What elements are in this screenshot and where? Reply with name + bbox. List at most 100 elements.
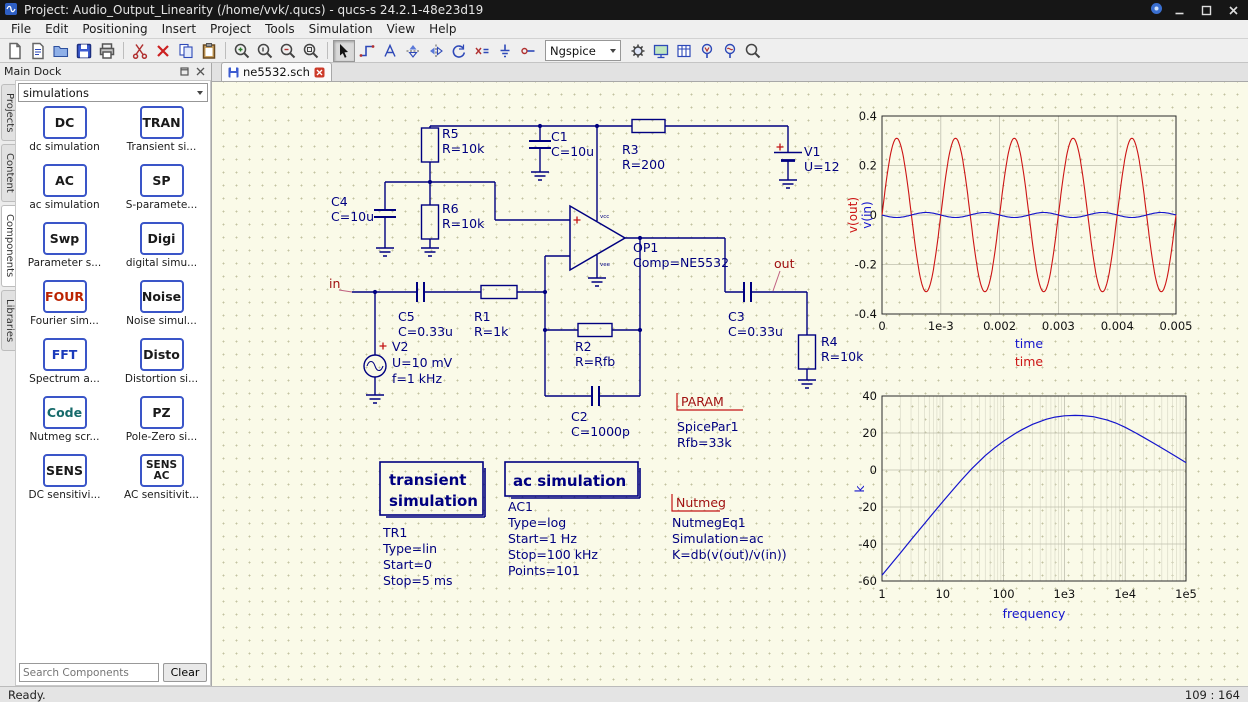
component-ac-sensitivit-[interactable]: SENS AC AC sensitivit... — [113, 454, 210, 512]
wire-label-button[interactable] — [379, 40, 401, 62]
menu-file[interactable]: File — [4, 21, 38, 37]
menu-positioning[interactable]: Positioning — [75, 21, 154, 37]
new-text-document-button[interactable] — [27, 40, 49, 62]
cut-button[interactable] — [129, 40, 151, 62]
wire-label-out: out — [774, 256, 795, 271]
plot-tick-label: time — [1015, 336, 1044, 351]
label-op1-value: Comp=NE5532 — [633, 255, 729, 270]
component-spectrum-a-[interactable]: FFT Spectrum a... — [16, 338, 113, 396]
schematic-canvas[interactable]: R5 R=10k C1 C=10u R3 R=200 V1 U=12 C4 C=… — [212, 82, 1248, 686]
plot-tick-label: -40 — [858, 537, 877, 551]
component-parameter-s-[interactable]: Swp Parameter s... — [16, 222, 113, 280]
save-file-button[interactable] — [73, 40, 95, 62]
select-button[interactable] — [333, 39, 355, 62]
component-label: S-paramete... — [125, 199, 198, 211]
label-v2-name: V2 — [392, 339, 409, 354]
plot-tick-label: v(out) — [846, 197, 860, 233]
voltage-probe-button[interactable] — [696, 40, 718, 62]
port-button[interactable] — [517, 40, 539, 62]
side-tab-projects[interactable]: Projects — [1, 84, 15, 142]
side-tab-components[interactable]: Components — [1, 205, 15, 287]
tab-close-icon[interactable] — [314, 67, 325, 78]
menu-help[interactable]: Help — [422, 21, 463, 37]
component-icon-text: SP — [152, 173, 171, 188]
transient-line4: Stop=5 ms — [383, 573, 453, 588]
nutmeg-line2: Simulation=ac — [672, 531, 764, 546]
print-button[interactable] — [96, 40, 118, 62]
engine-select[interactable]: Ngspice — [545, 40, 621, 61]
component-icon-text: AC — [55, 173, 74, 188]
component-transient-si-[interactable]: TRAN Transient si... — [113, 106, 210, 164]
menu-edit[interactable]: Edit — [38, 21, 75, 37]
label-r1-name: R1 — [474, 309, 491, 324]
time-domain-plot[interactable]: 0 1e-3 0.002 0.003 0.004 0.0050.40.20-0.2-0.4… — [846, 109, 1192, 369]
ac-title: ac simulation — [513, 472, 626, 490]
component-ac-simulation[interactable]: AC ac simulation — [16, 164, 113, 222]
equation-button[interactable] — [471, 40, 493, 62]
component-dc-sensitivi-[interactable]: SENS DC sensitivi... — [16, 454, 113, 512]
maximize-button[interactable] — [1196, 3, 1217, 18]
plot-tick-label: 100 — [993, 587, 1015, 601]
mirror-vertical-button[interactable] — [402, 40, 424, 62]
rotate-button[interactable] — [448, 40, 470, 62]
plot-tick-label: frequency — [1003, 606, 1066, 621]
new-document-button[interactable] — [4, 40, 26, 62]
menu-tools[interactable]: Tools — [258, 21, 302, 37]
component-icon: DC — [42, 106, 87, 139]
paste-button[interactable] — [198, 40, 220, 62]
zoom-in-button[interactable] — [231, 40, 253, 62]
plot-tick-label: 40 — [862, 389, 877, 403]
component-label: Spectrum a... — [29, 373, 100, 385]
ground-button[interactable] — [494, 40, 516, 62]
polarity-plus-icons — [379, 143, 784, 350]
resistor-r6 — [420, 204, 440, 240]
clear-search-button[interactable]: Clear — [163, 663, 207, 682]
tab-ne5532-sch[interactable]: ne5532.sch — [221, 62, 332, 81]
toolbar-separator — [327, 42, 328, 59]
menu-insert[interactable]: Insert — [155, 21, 203, 37]
dock-float-button[interactable] — [178, 65, 191, 78]
component-s-paramete-[interactable]: SP S-paramete... — [113, 164, 210, 222]
component-distortion-si-[interactable]: Disto Distortion si... — [113, 338, 210, 396]
component-icon-text: TRAN — [142, 115, 181, 130]
wire-button[interactable] — [356, 40, 378, 62]
zoom-fit-button[interactable] — [300, 40, 322, 62]
side-tab-libraries[interactable]: Libraries — [1, 289, 15, 351]
component-digital-simu-[interactable]: Digi digital simu... — [113, 222, 210, 280]
component-nutmeg-scr-[interactable]: Code Nutmeg scr... — [16, 396, 113, 454]
zoom-area-button[interactable] — [742, 40, 764, 62]
current-probe-button[interactable] — [719, 40, 741, 62]
component-fourier-sim-[interactable]: FOUR Fourier sim... — [16, 280, 113, 338]
component-category-select[interactable]: simulations — [18, 83, 208, 102]
wire-label-in: in — [329, 276, 340, 291]
simulate-button[interactable] — [627, 40, 649, 62]
menu-simulation[interactable]: Simulation — [302, 21, 380, 37]
component-pole-zero-si-[interactable]: PZ Pole-Zero si... — [113, 396, 210, 454]
mirror-horizontal-button[interactable] — [425, 40, 447, 62]
menu-project[interactable]: Project — [203, 21, 258, 37]
component-dc-simulation[interactable]: DC dc simulation — [16, 106, 113, 164]
label-r5-value: R=10k — [442, 141, 485, 156]
dc-bias-table-button[interactable] — [673, 40, 695, 62]
delete-button[interactable] — [152, 40, 174, 62]
zoom-reset-button[interactable] — [254, 40, 276, 62]
label-r6-value: R=10k — [442, 216, 485, 231]
view-data-display-button[interactable] — [650, 40, 672, 62]
dock-side-tabs: Projects Content Components Libraries — [0, 80, 15, 686]
component-category-value: simulations — [23, 85, 89, 100]
plot-tick-label: time — [1015, 354, 1044, 369]
open-file-button[interactable] — [50, 40, 72, 62]
frequency-response-plot[interactable]: 1 10 100 1e3 1e4 1e5 40 20 0 -20 -40 -60 k frequency — [852, 389, 1197, 621]
ac-line3: Start=1 Hz — [508, 531, 577, 546]
dock-close-button[interactable] — [194, 65, 207, 78]
plot-tick-label: 1e4 — [1114, 587, 1136, 601]
minimize-button[interactable] — [1169, 3, 1190, 18]
zoom-out-button[interactable] — [277, 40, 299, 62]
menu-view[interactable]: View — [380, 21, 422, 37]
search-components-input[interactable] — [19, 663, 159, 682]
close-button[interactable] — [1223, 3, 1244, 18]
copy-button[interactable] — [175, 40, 197, 62]
side-tab-content[interactable]: Content — [1, 144, 15, 203]
label-c4-name: C4 — [331, 194, 348, 209]
component-noise-simul-[interactable]: Noise Noise simul... — [113, 280, 210, 338]
